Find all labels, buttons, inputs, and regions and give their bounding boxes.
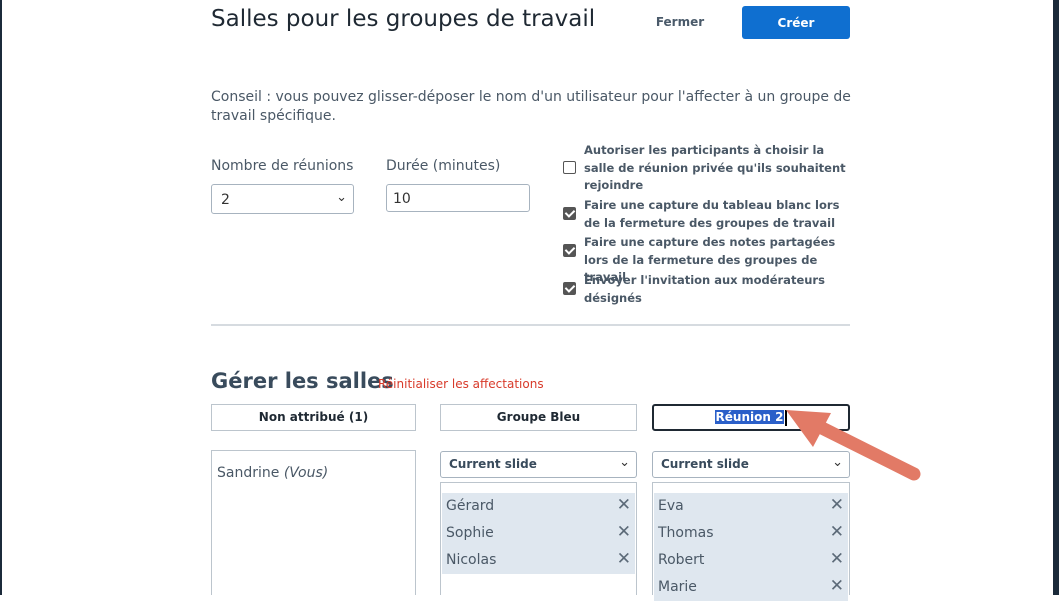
- member-name: Sophie: [446, 525, 494, 541]
- room-name-input[interactable]: Réunion 2: [652, 404, 850, 431]
- room-header-unassigned: Non attribué (1): [211, 404, 416, 431]
- member-name: Eva: [658, 498, 684, 514]
- checkbox-icon[interactable]: [563, 161, 576, 174]
- divider: [211, 324, 850, 326]
- member-name: Gérard: [446, 498, 495, 514]
- checkbox-icon[interactable]: [563, 282, 576, 295]
- window-border-left: [0, 0, 2, 595]
- list-item[interactable]: Eva ✕: [654, 493, 848, 520]
- list-item[interactable]: Nicolas ✕: [442, 547, 635, 574]
- chevron-down-icon: ⌄: [336, 190, 347, 205]
- member-list-room2[interactable]: Eva ✕ Thomas ✕ Robert ✕ Marie ✕: [652, 482, 850, 601]
- close-icon[interactable]: ✕: [830, 495, 844, 515]
- duration-input[interactable]: 10: [386, 184, 530, 212]
- member-name: Thomas: [658, 525, 714, 541]
- slide-select-room2[interactable]: Current slide ⌄: [652, 451, 850, 478]
- close-icon[interactable]: ✕: [617, 495, 631, 515]
- chevron-down-icon: ⌄: [619, 455, 630, 470]
- close-button[interactable]: Fermer: [645, 9, 715, 35]
- meetings-label: Nombre de réunions: [211, 158, 354, 174]
- unassigned-user[interactable]: Sandrine (Vous): [217, 465, 328, 481]
- duration-value: 10: [393, 191, 411, 207]
- selected-room-name: Réunion 2: [714, 410, 785, 424]
- slide-select-value: Current slide: [661, 457, 749, 471]
- close-icon[interactable]: ✕: [830, 576, 844, 596]
- list-item[interactable]: Gérard ✕: [442, 493, 635, 520]
- member-name: Marie: [658, 579, 697, 595]
- option-label: Autoriser les participants à choisir la …: [584, 143, 846, 192]
- slide-select-blue[interactable]: Current slide ⌄: [440, 451, 637, 478]
- chevron-down-icon: ⌄: [832, 455, 843, 470]
- reset-assignments-link[interactable]: Réinitialiser les affectations: [378, 377, 544, 391]
- member-name: Robert: [658, 552, 705, 568]
- meetings-select[interactable]: 2 ⌄: [211, 184, 354, 214]
- member-list-blue[interactable]: Gérard ✕ Sophie ✕ Nicolas ✕: [440, 482, 637, 595]
- option-label: Envoyer l'invitation aux modérateurs dés…: [584, 273, 825, 305]
- text-cursor: [785, 409, 788, 426]
- room-header-blue[interactable]: Groupe Bleu: [440, 404, 637, 431]
- list-item[interactable]: Marie ✕: [654, 574, 848, 601]
- user-name: Sandrine: [217, 465, 280, 481]
- checkbox-icon[interactable]: [563, 244, 576, 257]
- tip-text: Conseil : vous pouvez glisser-déposer le…: [211, 89, 851, 124]
- close-icon[interactable]: ✕: [617, 549, 631, 569]
- create-button[interactable]: Créer: [742, 6, 850, 39]
- window-border-right: [1053, 0, 1059, 595]
- manage-rooms-title: Gérer les salles: [211, 369, 394, 393]
- slide-select-value: Current slide: [449, 457, 537, 471]
- dialog-title: Salles pour les groupes de travail: [211, 6, 596, 32]
- list-item[interactable]: Robert ✕: [654, 547, 848, 574]
- list-item[interactable]: Sophie ✕: [442, 520, 635, 547]
- option-label: Faire une capture du tableau blanc lors …: [584, 198, 840, 230]
- close-icon[interactable]: ✕: [830, 549, 844, 569]
- list-item[interactable]: Thomas ✕: [654, 520, 848, 547]
- checkbox-icon[interactable]: [563, 207, 576, 220]
- duration-label: Durée (minutes): [386, 158, 501, 174]
- meetings-value: 2: [221, 192, 230, 208]
- close-icon[interactable]: ✕: [830, 522, 844, 542]
- user-you-label: (Vous): [283, 465, 329, 481]
- close-icon[interactable]: ✕: [617, 522, 631, 542]
- member-name: Nicolas: [446, 552, 497, 568]
